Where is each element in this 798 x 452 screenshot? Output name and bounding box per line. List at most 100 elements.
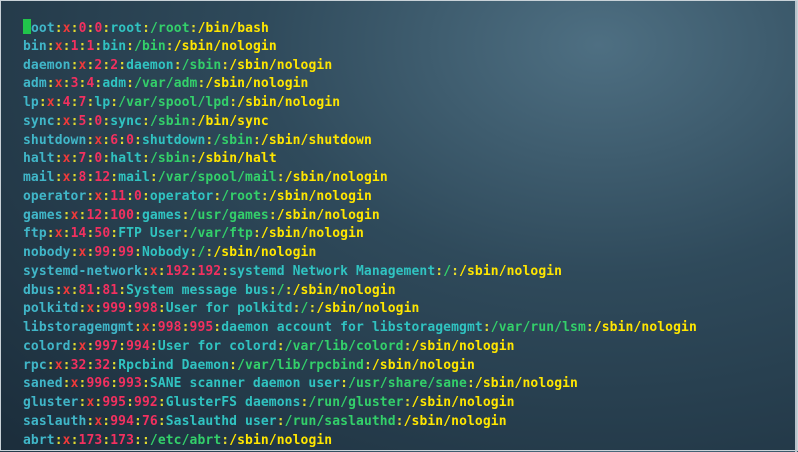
passwd-x: x — [62, 282, 71, 298]
passwd-home: /var/adm — [134, 76, 198, 92]
passwd-field: operator — [23, 188, 87, 204]
passwd-separator: : — [62, 357, 71, 373]
passwd-separator: : — [189, 21, 198, 36]
passwd-id: 192 — [165, 263, 190, 279]
passwd-shell: /sbin/nologin — [459, 263, 563, 279]
passwd-separator: : — [126, 76, 135, 92]
passwd-id: 99 — [118, 245, 135, 260]
passwd-separator: : — [221, 432, 230, 448]
passwd-id: 995 — [189, 320, 214, 335]
passwd-separator: : — [126, 301, 135, 317]
terminal-line: bin:x:1:1:bin:/bin:/sbin/nologin — [23, 38, 697, 57]
passwd-separator: : — [46, 226, 55, 242]
passwd-shell: /sbin/nologin — [593, 320, 697, 335]
passwd-home: /etc/abrt — [149, 432, 222, 448]
passwd-separator: : — [276, 170, 285, 185]
passwd-shell: /sbin/nologin — [268, 188, 372, 204]
passwd-separator: : — [189, 151, 198, 167]
passwd-shell: /sbin/nologin — [173, 38, 277, 54]
passwd-separator: : — [141, 188, 150, 204]
passwd-separator: : — [363, 357, 372, 373]
passwd-home: /usr/share/sane — [348, 376, 467, 392]
passwd-separator: : — [252, 132, 261, 148]
passwd-x: x — [70, 376, 79, 392]
passwd-field: bin — [23, 38, 47, 54]
passwd-id: 994 — [126, 338, 150, 354]
terminal-line: shutdown:x:6:0:shutdown:/sbin:/sbin/shut… — [23, 132, 697, 151]
terminal-line: mail:x:8:12:mail:/var/spool/mail:/sbin/n… — [23, 169, 697, 188]
passwd-separator: : — [134, 207, 142, 223]
passwd-separator: : — [54, 170, 63, 185]
passwd-field: rpc — [23, 357, 47, 373]
passwd-separator: : — [157, 395, 166, 410]
passwd-desc: lp — [94, 95, 111, 110]
passwd-x: x — [62, 21, 71, 36]
passwd-separator: : — [118, 57, 127, 73]
passwd-x: x — [54, 226, 63, 242]
passwd-field: saned — [23, 376, 63, 392]
terminal-window[interactable]: oot:x:0:0:root:/root:/bin/bash bin:x:1:1:… — [0, 0, 798, 452]
terminal-line: rpc:x:32:32:Rpcbind Daemon:/var/lib/rpcb… — [23, 357, 697, 376]
passwd-separator: : — [70, 113, 79, 129]
passwd-home: /sbin — [181, 57, 222, 73]
passwd-separator: : — [54, 282, 63, 298]
passwd-shell: /sbin/nologin — [411, 338, 515, 354]
passwd-field: adm — [23, 76, 47, 92]
passwd-home: /root — [150, 21, 190, 36]
terminal-line: polkitd:x:999:998:User for polkitd:/:/sb… — [23, 300, 697, 319]
passwd-id: 192 — [197, 263, 222, 279]
passwd-separator: : — [173, 57, 182, 73]
passwd-separator: : — [260, 188, 269, 204]
passwd-separator: : — [70, 95, 79, 110]
passwd-separator: : — [451, 263, 460, 279]
passwd-x: x — [62, 151, 71, 167]
terminal-output: oot:x:0:0:root:/root:/bin/bash bin:x:1:1:… — [23, 19, 697, 450]
passwd-field: libstoragemgmt — [23, 320, 134, 335]
passwd-id: 998 — [134, 301, 158, 317]
passwd-id: 12 — [94, 170, 111, 185]
passwd-id: 32 — [70, 357, 87, 373]
passwd-id: 100 — [110, 207, 135, 223]
passwd-field: saslauth — [23, 413, 87, 429]
passwd-home: /bin — [134, 38, 166, 54]
passwd-separator: : — [70, 282, 79, 298]
passwd-separator: : — [62, 76, 71, 92]
passwd-separator: : — [157, 413, 166, 429]
passwd-separator: : — [46, 76, 55, 92]
passwd-separator: : — [181, 320, 190, 335]
passwd-separator: : — [403, 338, 412, 354]
passwd-field: polkitd — [23, 301, 79, 317]
passwd-separator: : — [62, 376, 71, 392]
passwd-separator: : — [142, 151, 150, 167]
passwd-separator: : — [54, 95, 63, 110]
passwd-id: 996 — [86, 376, 111, 392]
passwd-home: /var/lib/colord — [284, 338, 404, 354]
passwd-id: 173 — [78, 432, 103, 448]
passwd-desc: daemon — [126, 57, 174, 73]
passwd-field: mail — [23, 170, 55, 185]
passwd-home: /var/lib/rpcbind — [237, 357, 364, 373]
passwd-separator: : — [165, 38, 174, 54]
passwd-id: 998 — [157, 320, 182, 335]
passwd-id: 994 — [110, 413, 135, 429]
passwd-desc: Saslauthd user — [165, 413, 277, 429]
passwd-shell: /bin/sync — [197, 113, 269, 129]
passwd-separator: : — [134, 432, 142, 448]
scrollbar[interactable] — [795, 1, 797, 452]
passwd-x: x — [46, 95, 55, 110]
passwd-field: abrt — [23, 432, 55, 448]
passwd-x: x — [54, 76, 63, 92]
passwd-separator: : — [482, 320, 491, 335]
passwd-desc: sync — [110, 113, 142, 129]
passwd-home: /var/spool/lpd — [118, 95, 230, 110]
passwd-separator: : — [142, 21, 150, 36]
passwd-shell: /sbin/nologin — [474, 376, 578, 392]
passwd-desc: FTP User — [118, 226, 182, 242]
passwd-separator: : — [70, 245, 79, 260]
passwd-desc: games — [141, 207, 182, 223]
terminal-line: systemd-network:x:192:192:systemd Networ… — [23, 263, 697, 282]
passwd-desc: Nobody — [141, 245, 190, 260]
passwd-field: games — [23, 207, 63, 223]
passwd-separator: : — [149, 170, 158, 185]
passwd-id: 2 — [110, 57, 119, 73]
